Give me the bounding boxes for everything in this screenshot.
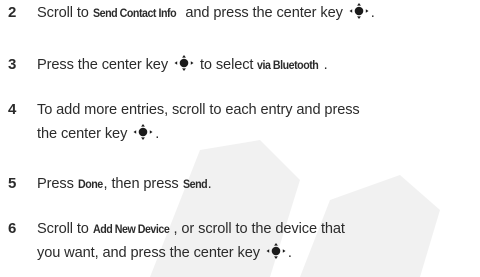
ui-label-via-bluetooth: via Bluetooth [257,58,319,72]
step-number: 3 [8,56,17,73]
step-6: 6 Scroll to Add New Device, or scroll to… [8,218,478,264]
step-text: Scroll to Send Contact Info and press th… [37,2,477,24]
step-text: Press Done, then press Send. [37,173,477,195]
nav-center-key-icon [348,3,370,19]
ui-label-add-new-device: Add New Device [92,222,170,236]
nav-center-key-icon [173,55,195,71]
step-3: 3 Press the center key to select via Blu… [8,54,478,76]
ui-label-send-contact-info: Send Contact Info [92,6,177,20]
step-number: 4 [8,101,17,118]
step-text: To add more entries, scroll to each entr… [37,102,360,142]
step-number: 6 [8,220,17,237]
step-text: Press the center key to select via Bluet… [37,54,477,76]
nav-center-key-icon [265,243,287,259]
step-number: 2 [8,4,17,21]
step-number: 5 [8,175,17,192]
step-2: 2 Scroll to Send Contact Info and press … [8,2,478,24]
ui-label-done: Done [77,177,103,191]
step-5: 5 Press Done, then press Send. [8,173,478,195]
nav-center-key-icon [132,124,154,140]
ui-label-send: Send [182,177,208,191]
step-4: 4 To add more entries, scroll to each en… [8,99,478,145]
step-text: Scroll to Add New Device, or scroll to t… [37,218,477,264]
